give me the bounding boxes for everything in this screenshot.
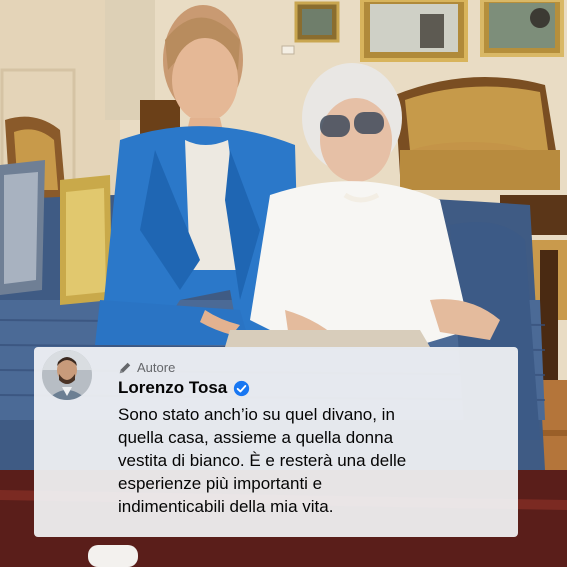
pencil-icon bbox=[119, 362, 131, 373]
author-row: Lorenzo Tosa bbox=[118, 378, 250, 398]
author-name[interactable]: Lorenzo Tosa bbox=[118, 378, 227, 398]
post-image: Autore Lorenzo Tosa Sono stato anch’io s… bbox=[0, 0, 567, 567]
comment-card: Autore Lorenzo Tosa Sono stato anch’io s… bbox=[34, 347, 518, 537]
comment-line: quella casa, assieme a quella donna bbox=[118, 428, 394, 447]
avatar-image bbox=[42, 350, 92, 400]
comment-text: Sono stato anch’io su quel divano, in qu… bbox=[118, 403, 513, 518]
author-badge: Autore bbox=[118, 360, 175, 375]
avatar[interactable] bbox=[42, 350, 92, 400]
author-badge-label: Autore bbox=[137, 360, 176, 375]
verified-badge-icon bbox=[234, 380, 250, 396]
comment-line: indimenticabili della mia vita. bbox=[118, 497, 334, 516]
comment-line: vestita di bianco. È e resterà una delle bbox=[118, 451, 407, 470]
comment-line: Sono stato anch’io su quel divano, in bbox=[118, 405, 395, 424]
comment-line: esperienze più importanti e bbox=[118, 474, 323, 493]
